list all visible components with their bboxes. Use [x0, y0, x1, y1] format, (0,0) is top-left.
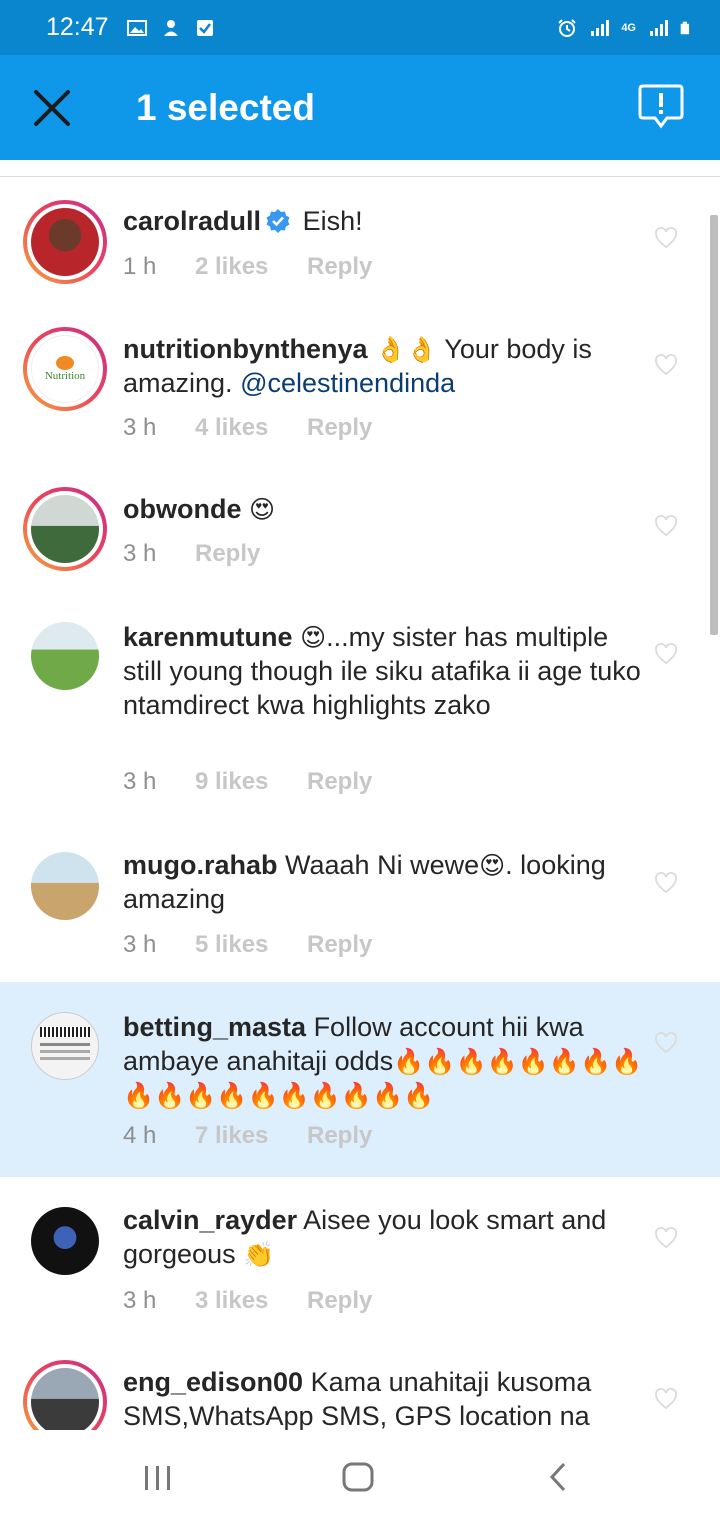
comment-text: Waaah Ni wewe: [285, 850, 480, 880]
home-icon[interactable]: [340, 1460, 376, 1494]
comment-likes[interactable]: 2 likes: [195, 253, 307, 281]
signal-icon-2: [650, 19, 668, 36]
comment-username[interactable]: obwonde: [123, 494, 241, 524]
status-time: 12:47: [46, 13, 109, 41]
comment-emoji: 👌👌: [375, 336, 438, 364]
comment-username[interactable]: eng_edison00: [123, 1367, 303, 1397]
like-heart-icon[interactable]: [654, 1388, 678, 1410]
avatar[interactable]: [31, 622, 99, 690]
comment-item[interactable]: obwonde 😍 3 h Reply: [0, 464, 720, 592]
battery-icon: [680, 21, 690, 34]
comment-likes[interactable]: 4 likes: [195, 414, 307, 442]
comment-emoji: 👏: [243, 1241, 275, 1269]
comment-time: 3 h: [123, 931, 157, 958]
avatar[interactable]: [23, 1360, 107, 1430]
comment-time: 3 h: [123, 414, 157, 441]
like-heart-icon[interactable]: [654, 354, 678, 376]
avatar-logo-text: Nutrition: [44, 370, 86, 382]
comment-item[interactable]: mugo.rahab Waaah Ni wewe😍. looking amazi…: [0, 822, 720, 982]
selection-count-title: 1 selected: [136, 86, 315, 128]
comment-username[interactable]: carolradull: [123, 206, 261, 236]
like-heart-icon[interactable]: [654, 1227, 678, 1249]
comment-username[interactable]: mugo.rahab: [123, 850, 278, 880]
scrollbar[interactable]: [710, 215, 718, 635]
comment-item[interactable]: eng_edison00 Kama unahitaji kusoma SMS,W…: [0, 1337, 720, 1430]
comments-list[interactable]: carolradull Eish! 1 h 2 likes Reply Nutr…: [0, 177, 720, 1430]
comment-item[interactable]: calvin_rayder Aisee you look smart and g…: [0, 1177, 720, 1337]
comment-time: 3 h: [123, 1287, 157, 1314]
signal-icon: [591, 19, 610, 36]
comment-mention[interactable]: @celestinendinda: [240, 368, 455, 398]
back-icon[interactable]: [542, 1460, 578, 1494]
selection-top-bar: 1 selected: [0, 55, 720, 160]
reply-button[interactable]: Reply: [307, 414, 372, 442]
selected-comment-item[interactable]: betting_masta Follow account hii kwa amb…: [0, 982, 720, 1177]
close-icon[interactable]: [30, 86, 74, 130]
comment-item[interactable]: Nutrition nutritionbynthenya 👌👌 Your bod…: [0, 302, 720, 464]
network-type: 4G: [621, 21, 636, 34]
like-heart-icon[interactable]: [654, 515, 678, 537]
comment-time: 3 h: [123, 768, 157, 795]
like-heart-icon[interactable]: [654, 872, 678, 894]
comment-text: Eish!: [302, 206, 363, 236]
recent-apps-icon[interactable]: [140, 1460, 176, 1494]
comment-item[interactable]: karenmutune 😍...my sister has multiple s…: [0, 592, 720, 822]
reply-button[interactable]: Reply: [307, 931, 372, 959]
avatar[interactable]: [23, 200, 107, 284]
comment-likes[interactable]: 7 likes: [195, 1122, 307, 1150]
reply-button[interactable]: Reply: [195, 540, 260, 568]
comment-time: 1 h: [123, 253, 157, 280]
reply-button[interactable]: Reply: [307, 1287, 372, 1315]
avatar[interactable]: [31, 1012, 99, 1080]
comment-likes[interactable]: 5 likes: [195, 931, 307, 959]
avatar[interactable]: Nutrition: [23, 327, 107, 411]
comment-time: 3 h: [123, 540, 157, 567]
comment-emoji: 😍: [249, 496, 276, 524]
check-box-icon: [196, 19, 213, 36]
verified-badge-icon: [266, 209, 290, 233]
comment-username[interactable]: nutritionbynthenya: [123, 334, 368, 364]
comment-username[interactable]: calvin_rayder: [123, 1205, 297, 1235]
alarm-icon: [558, 18, 577, 37]
avatar[interactable]: [31, 1207, 99, 1275]
avatar[interactable]: [23, 487, 107, 571]
report-icon[interactable]: [638, 83, 684, 131]
comment-username[interactable]: betting_masta: [123, 1012, 306, 1042]
comment-time: 4 h: [123, 1122, 157, 1149]
like-heart-icon[interactable]: [654, 1032, 678, 1054]
reply-button[interactable]: Reply: [307, 1122, 372, 1150]
reply-button[interactable]: Reply: [307, 768, 372, 796]
comment-item[interactable]: carolradull Eish! 1 h 2 likes Reply: [0, 177, 720, 302]
reply-button[interactable]: Reply: [307, 253, 372, 281]
like-heart-icon[interactable]: [654, 227, 678, 249]
person-icon: [163, 19, 178, 36]
like-heart-icon[interactable]: [654, 643, 678, 665]
avatar[interactable]: [31, 852, 99, 920]
gallery-icon: [126, 19, 147, 36]
system-navigation-bar: [0, 1430, 720, 1520]
comment-username[interactable]: karenmutune: [123, 622, 293, 652]
status-bar: 12:47 4G: [0, 0, 720, 55]
comment-likes[interactable]: 3 likes: [195, 1287, 307, 1315]
comment-likes[interactable]: 9 likes: [195, 768, 307, 796]
comment-emoji: 😍: [479, 852, 506, 880]
comment-emoji: 😍: [300, 624, 327, 652]
